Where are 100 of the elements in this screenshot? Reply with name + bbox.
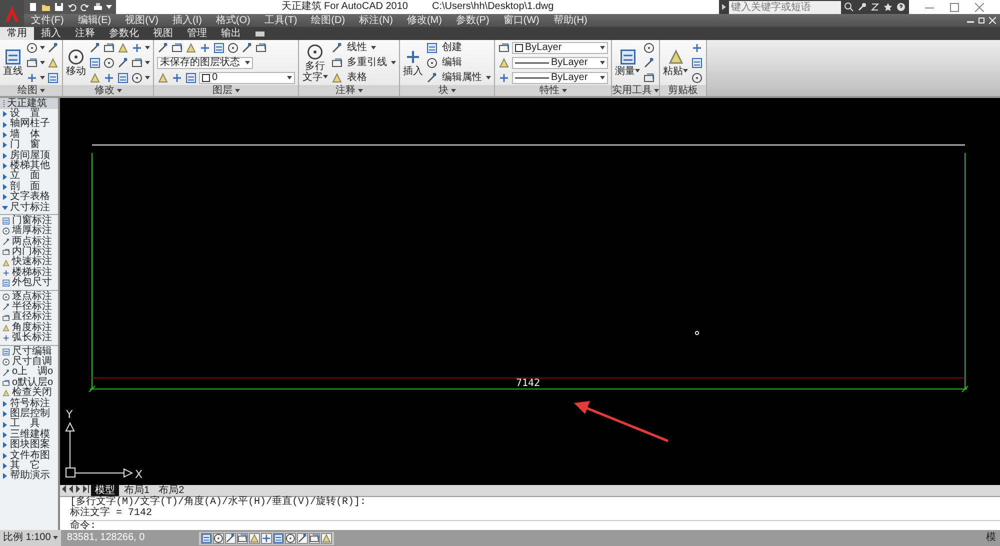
- tool-icon[interactable]: [171, 72, 183, 84]
- palette-command[interactable]: 墙厚标注: [0, 226, 58, 237]
- restore-icon[interactable]: [978, 17, 985, 24]
- tool-icon[interactable]: [498, 72, 510, 84]
- tool-icon[interactable]: [157, 42, 169, 54]
- tool-icon[interactable]: [643, 72, 655, 84]
- palette-command[interactable]: 尺寸编辑: [0, 346, 58, 357]
- caret-icon[interactable]: [450, 88, 456, 92]
- caret-icon[interactable]: [145, 60, 150, 64]
- tool-icon[interactable]: [89, 56, 101, 68]
- ribbon-tab[interactable]: 常用: [0, 27, 34, 40]
- layout-tab[interactable]: 布局1: [120, 485, 154, 496]
- tool-button[interactable]: 线性: [331, 42, 376, 54]
- expand-arrow-icon[interactable]: [2, 132, 8, 138]
- large-tool-button[interactable]: 直线: [3, 41, 23, 84]
- ribbon-tab[interactable]: 插入: [34, 27, 68, 40]
- layout-tab[interactable]: 布局2: [154, 485, 188, 496]
- expand-arrow-icon[interactable]: [2, 442, 8, 448]
- caret-icon[interactable]: [600, 76, 605, 80]
- caret-icon[interactable]: [116, 88, 122, 92]
- toggle-icon[interactable]: [212, 532, 224, 544]
- caret-icon[interactable]: [287, 76, 292, 80]
- caret-icon[interactable]: [245, 60, 250, 64]
- tool-icon[interactable]: [26, 72, 38, 84]
- tool-button[interactable]: 创建: [426, 42, 462, 54]
- tool-icon[interactable]: [199, 42, 211, 54]
- menu-item[interactable]: 参数(P): [448, 14, 496, 26]
- tool-icon[interactable]: [255, 42, 267, 54]
- toggle-icon[interactable]: [260, 532, 272, 544]
- palette-command[interactable]: o上 调o: [0, 367, 58, 378]
- expand-arrow-icon[interactable]: [2, 194, 8, 200]
- panel-title[interactable]: 图层: [154, 85, 298, 96]
- caret-icon[interactable]: [145, 76, 150, 80]
- expand-arrow-icon[interactable]: [2, 142, 8, 148]
- toggle-icon[interactable]: [224, 532, 236, 544]
- tool-icon[interactable]: [185, 72, 197, 84]
- palette-group[interactable]: 尺寸标注: [0, 202, 58, 213]
- palette-command[interactable]: 尺寸自调: [0, 356, 58, 368]
- palette-group[interactable]: 门 窗: [0, 140, 58, 151]
- ribbon-dropdown[interactable]: 未保存的图层状态: [157, 56, 253, 68]
- large-tool-button[interactable]: 多行文字: [302, 41, 328, 84]
- ribbon-tab[interactable]: 输出: [214, 27, 248, 40]
- palette-group[interactable]: 立 面: [0, 171, 58, 182]
- layout-tab[interactable]: 模型: [91, 485, 119, 496]
- ribbon-dropdown[interactable]: ByLayer: [512, 56, 608, 68]
- file-icon[interactable]: [28, 2, 38, 12]
- palette-group[interactable]: 轴网柱子: [0, 119, 58, 130]
- palette-command[interactable]: 楼梯标注: [0, 268, 58, 278]
- tool-icon[interactable]: [131, 56, 143, 68]
- tool-icon[interactable]: [117, 56, 129, 68]
- ribbon-dropdown[interactable]: 0: [199, 72, 295, 84]
- menu-item[interactable]: 修改(M): [400, 14, 449, 26]
- space-label[interactable]: 模: [986, 532, 1000, 544]
- expand-arrow-icon[interactable]: [2, 152, 8, 159]
- ribbon-dropdown[interactable]: ByLayer: [512, 42, 608, 54]
- menu-item[interactable]: 绘图(D): [304, 14, 352, 26]
- drawing-canvas[interactable]: 7142 X Y: [60, 98, 1000, 485]
- caret-icon[interactable]: [486, 76, 491, 80]
- toggle-icon[interactable]: [308, 532, 320, 544]
- caret-icon[interactable]: [654, 88, 659, 92]
- maximize-icon[interactable]: [950, 2, 959, 12]
- toggle-icon[interactable]: [200, 532, 212, 544]
- ribbon-tab[interactable]: 视图: [146, 27, 180, 40]
- caret-icon[interactable]: [683, 69, 688, 74]
- palette-command[interactable]: 直径标注: [0, 312, 58, 323]
- menu-item[interactable]: 文件(F): [24, 14, 71, 26]
- expand-arrow-icon[interactable]: [2, 432, 8, 438]
- tool-button[interactable]: 多重引线: [331, 56, 396, 68]
- tool-icon[interactable]: [643, 42, 655, 54]
- caret-icon[interactable]: [358, 88, 362, 92]
- caret-icon[interactable]: [322, 74, 328, 79]
- expand-arrow-icon[interactable]: [2, 184, 8, 190]
- large-tool-button[interactable]: 测量: [615, 41, 640, 84]
- caret-icon[interactable]: [391, 60, 396, 64]
- search-field[interactable]: 键入关键字或短语: [729, 0, 841, 14]
- tool-icon[interactable]: [117, 72, 129, 84]
- tool-icon[interactable]: [103, 72, 115, 84]
- help-icon[interactable]: [896, 2, 906, 12]
- tool-icon[interactable]: [213, 42, 225, 54]
- star-icon[interactable]: [883, 2, 893, 12]
- tool-icon[interactable]: [131, 72, 143, 84]
- menu-item[interactable]: 视图(V): [118, 14, 166, 26]
- expand-arrow-icon[interactable]: [2, 411, 8, 418]
- tool-icon[interactable]: [103, 42, 115, 54]
- tool-icon[interactable]: [227, 42, 239, 54]
- expand-arrow-icon[interactable]: [2, 473, 8, 480]
- menu-item[interactable]: 工具(T): [257, 14, 304, 26]
- undo-icon[interactable]: [67, 2, 77, 12]
- folder-icon[interactable]: [41, 2, 51, 12]
- large-tool-button[interactable]: 插入: [403, 41, 423, 84]
- toggle-icon[interactable]: [272, 532, 284, 544]
- caret-icon[interactable]: [40, 88, 44, 92]
- expand-arrow-icon[interactable]: [2, 111, 8, 118]
- ribbon-dropdown[interactable]: ByLayer: [512, 72, 608, 84]
- palette-command[interactable]: 弧长标注: [0, 333, 58, 344]
- dropdown-icon[interactable]: [106, 4, 112, 10]
- menu-item[interactable]: 插入(I): [165, 14, 209, 26]
- save-icon[interactable]: [54, 2, 64, 12]
- toggle-icon[interactable]: [296, 532, 308, 544]
- printer-icon[interactable]: [93, 2, 103, 12]
